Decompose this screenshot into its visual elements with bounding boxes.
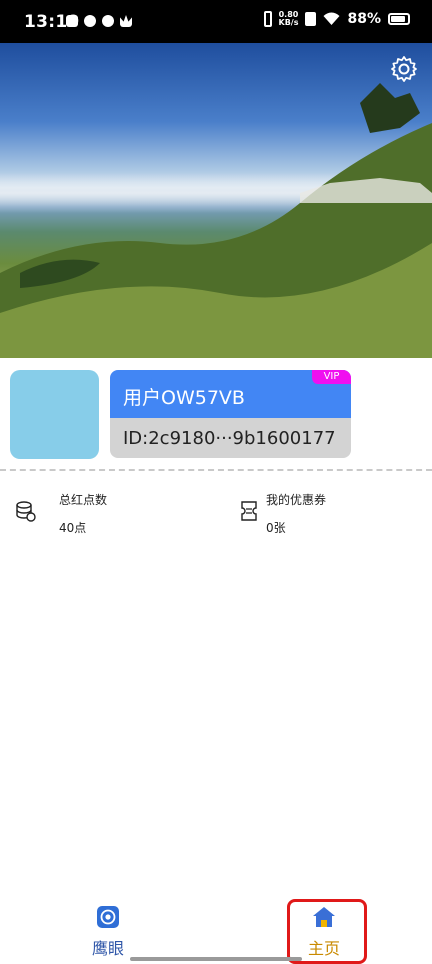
coupons-stat[interactable]: 我的优惠券 0张: [232, 488, 432, 544]
app-notification-icon: [66, 15, 78, 27]
notification-icons: [66, 15, 132, 27]
user-id: ID:2c9180···9b1600177: [110, 418, 351, 458]
avatar[interactable]: [10, 370, 99, 459]
nav-home-label: 主页: [307, 939, 340, 958]
eye-target-icon: [97, 906, 119, 928]
battery-percent: 88%: [347, 11, 381, 27]
coins-stack-icon: [16, 501, 36, 522]
gesture-home-indicator[interactable]: [130, 957, 302, 961]
red-points-label: 总红点数: [59, 493, 108, 507]
nav-eagle-eye[interactable]: 鹰眼: [68, 905, 148, 963]
crown-notification-icon: [120, 15, 132, 27]
nav-eagle-eye-label: 鹰眼: [91, 939, 124, 958]
nav-home[interactable]: 主页: [284, 905, 364, 963]
status-right: 0.80 KB/s 88%: [263, 11, 410, 27]
coupons-label: 我的优惠券: [266, 493, 327, 507]
bottom-nav: 鹰眼 主页: [0, 895, 432, 964]
status-bar: 13:19 0.80 KB/s 88%: [0, 0, 432, 43]
sim-icon: [305, 12, 317, 26]
ticket-icon: [241, 501, 257, 521]
red-points-value: 40点: [59, 521, 87, 535]
chat-notification-icon: [102, 15, 114, 27]
vibrate-icon: [263, 11, 272, 27]
network-speed: 0.80 KB/s: [279, 11, 299, 27]
vip-badge: VIP: [312, 370, 351, 384]
landscape-hills: [0, 83, 432, 358]
home-icon: [313, 907, 335, 927]
battery-icon: [388, 13, 410, 25]
network-speed-unit: KB/s: [278, 18, 299, 27]
settings-gear-icon[interactable]: [390, 55, 418, 83]
red-points-stat[interactable]: 总红点数 40点: [14, 488, 214, 544]
app-notification-icon: [84, 15, 96, 27]
profile-section: 用户OW57VB ID:2c9180···9b1600177 VIP: [0, 358, 432, 470]
wifi-icon: [323, 12, 340, 25]
coupons-value: 0张: [266, 521, 286, 535]
battery-fill: [391, 16, 405, 22]
user-card[interactable]: 用户OW57VB ID:2c9180···9b1600177 VIP: [110, 370, 351, 458]
header-landscape-image: [0, 43, 432, 358]
dashed-divider: [0, 469, 432, 471]
